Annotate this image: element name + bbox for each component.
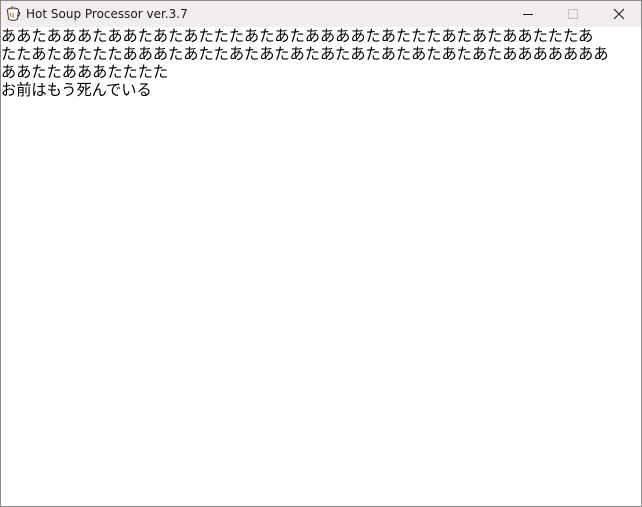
maximize-button[interactable] bbox=[550, 1, 596, 27]
hsp-cup-icon[interactable] bbox=[5, 6, 22, 23]
maximize-icon bbox=[568, 9, 578, 19]
text-line-4: お前はもう死んでいる bbox=[1, 81, 152, 99]
window-title: Hot Soup Processor ver.3.7 bbox=[26, 7, 188, 21]
text-line-3: ああたたあああたたたた bbox=[1, 63, 169, 81]
title-bar[interactable]: Hot Soup Processor ver.3.7 bbox=[1, 1, 641, 27]
app-window: Hot Soup Processor ver.3.7 ああたあああたああたあたあ… bbox=[0, 0, 642, 507]
text-line-1: ああたあああたああたあたあたたたあたあたああああたあたたたあたあたああたたたあ bbox=[1, 27, 594, 45]
close-button[interactable] bbox=[596, 1, 641, 27]
minimize-icon bbox=[523, 14, 533, 15]
minimize-button[interactable] bbox=[505, 1, 551, 27]
text-line-2: たたあたあたたたあああたあたたあたあたあたあたあたあたあたあたあたあああああああ bbox=[1, 45, 609, 63]
close-icon bbox=[613, 8, 625, 20]
client-area[interactable]: ああたあああたああたあたあたたたあたあたああああたあたたたあたあたああたたたあ … bbox=[1, 27, 641, 506]
